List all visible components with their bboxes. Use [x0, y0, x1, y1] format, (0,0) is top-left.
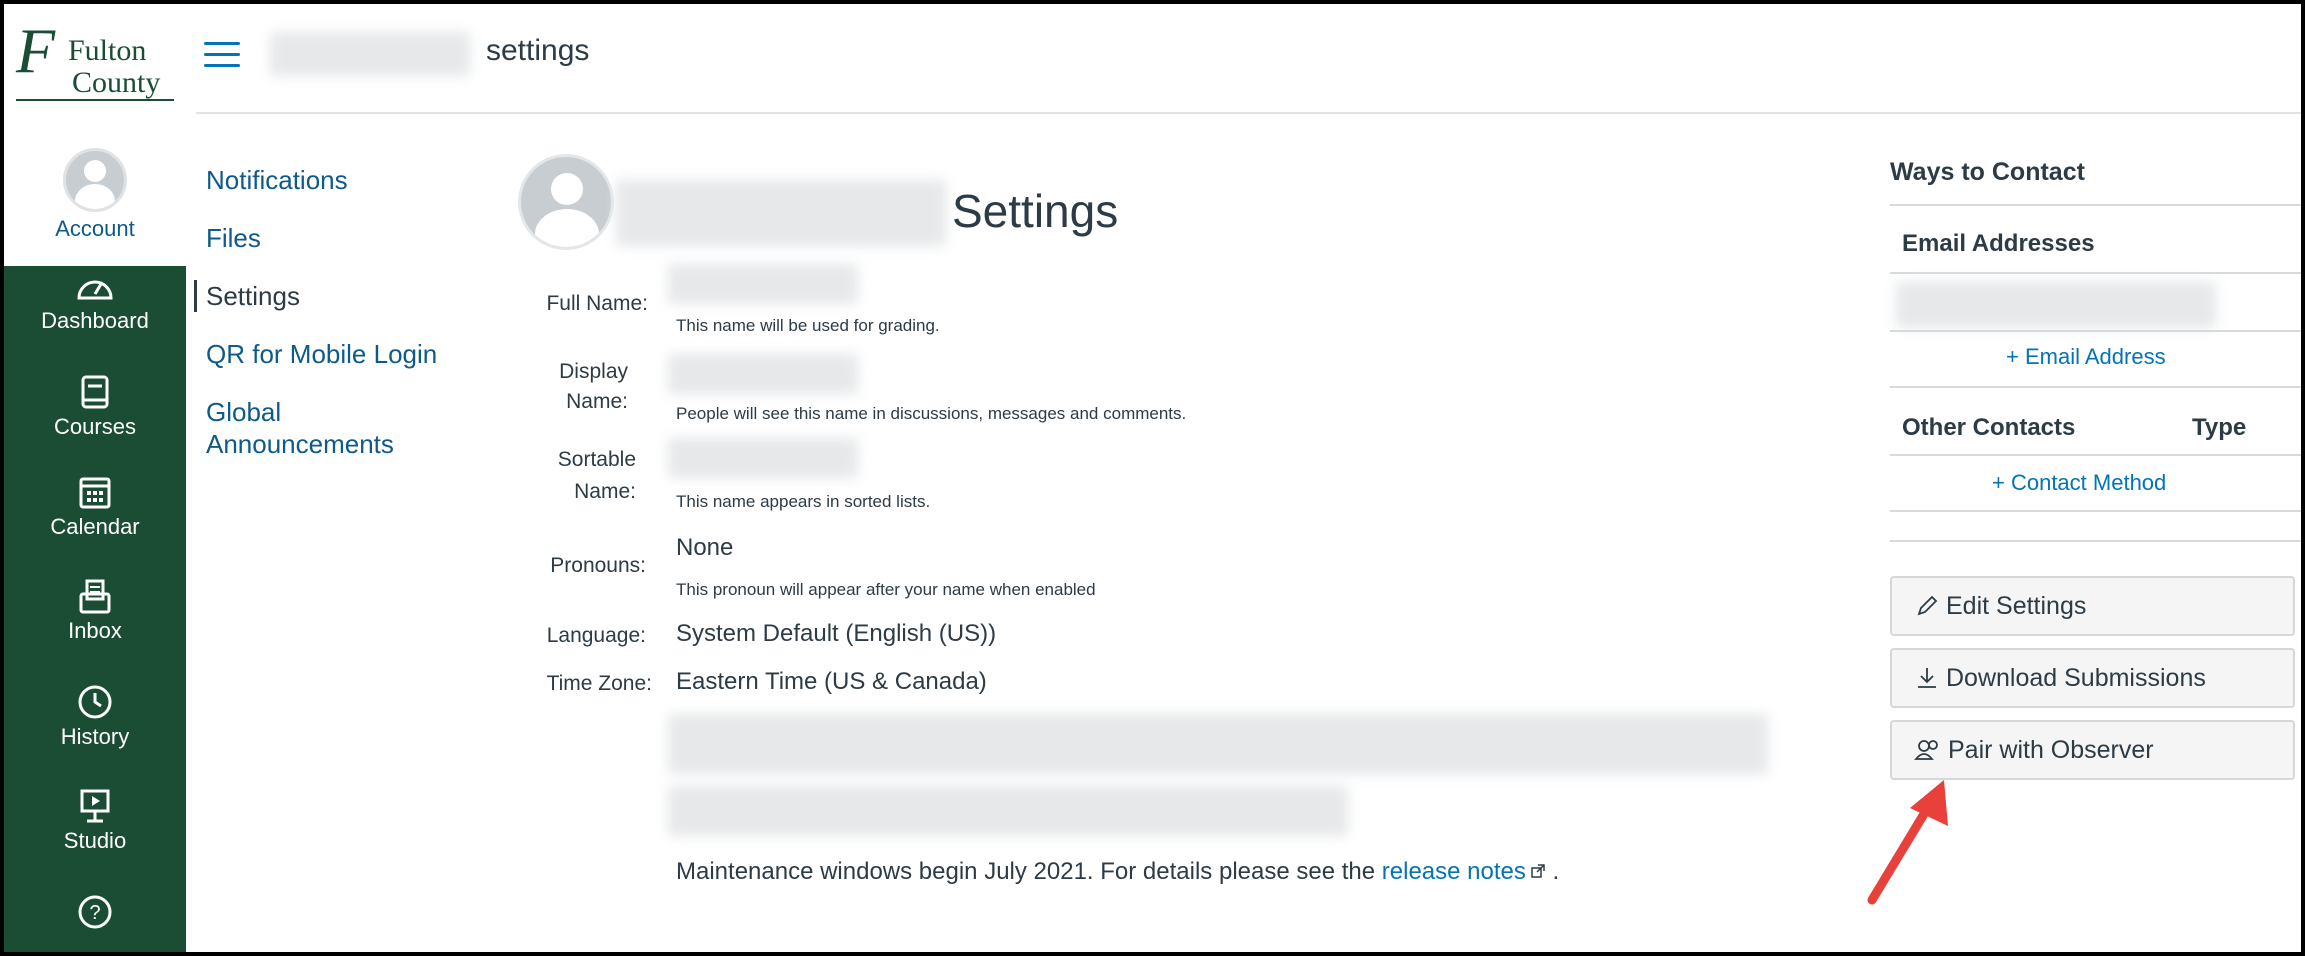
pronouns-value: None [676, 534, 734, 561]
pair-with-observer-label: Pair with Observer [1948, 735, 2154, 764]
maintenance-text: Maintenance windows begin July 2021. For… [676, 858, 1376, 885]
nav-dashboard-label: Dashboard [41, 308, 149, 333]
display-name-label-1: Display [559, 360, 628, 383]
sortable-name-label-2: Name: [574, 480, 636, 503]
display-name-help: People will see this name in discussions… [676, 404, 1187, 423]
nav-courses[interactable]: Courses [4, 374, 186, 440]
external-link-icon [1531, 864, 1545, 878]
profile-avatar[interactable] [518, 154, 614, 250]
section-nav-settings[interactable]: Settings [194, 280, 494, 312]
divider [1890, 510, 2301, 512]
header-divider [196, 112, 2301, 114]
nav-dashboard[interactable]: Dashboard [4, 272, 186, 334]
section-nav-notifications[interactable]: Notifications [194, 164, 494, 196]
nav-studio-label: Studio [63, 828, 127, 853]
display-name-label-2: Name: [566, 390, 628, 413]
inbox-icon [79, 579, 111, 614]
redacted-user-name [616, 180, 946, 246]
pronouns-help: This pronoun will appear after your name… [676, 580, 1096, 599]
language-value: System Default (English (US)) [676, 620, 997, 647]
section-nav-files[interactable]: Files [194, 222, 494, 254]
divider [1890, 272, 2301, 274]
divider [1890, 540, 2301, 542]
redacted-sortable-name [668, 438, 858, 478]
nav-studio[interactable]: Studio [4, 788, 186, 854]
section-nav-qr-login[interactable]: QR for Mobile Login [194, 338, 494, 370]
redacted-display-name [668, 354, 858, 394]
sortable-name-help: This name appears in sorted lists. [676, 492, 931, 511]
hamburger-menu-icon[interactable] [204, 42, 240, 68]
fulton-county-logo[interactable]: F Fulton County [10, 10, 180, 110]
redacted-email [1896, 282, 2216, 328]
section-nav-global-announcements[interactable]: Global Announcements [194, 396, 426, 460]
nav-calendar[interactable]: Calendar [4, 474, 186, 540]
divider [1890, 330, 2301, 332]
nav-inbox[interactable]: Inbox [4, 578, 186, 644]
download-submissions-label: Download Submissions [1946, 663, 2206, 692]
nav-history-label: History [60, 724, 130, 749]
timezone-label: Time Zone: [546, 672, 652, 695]
nav-courses-label: Courses [54, 414, 136, 439]
global-nav-dark: Dashboard Courses Calendar Inbox History… [4, 266, 186, 952]
type-heading: Type [2192, 414, 2247, 441]
app-frame: F Fulton County Account Dashboard Course… [0, 0, 2305, 956]
email-addresses-heading: Email Addresses [1902, 230, 2095, 257]
pair-with-observer-button[interactable]: Pair with Observer [1890, 720, 2295, 780]
page-title: Settings [952, 185, 1119, 237]
ways-to-contact-heading: Ways to Contact [1890, 158, 2085, 186]
clock-icon [78, 685, 112, 719]
nav-account-label: Account [55, 216, 135, 241]
studio-icon [80, 789, 110, 823]
pronouns-label: Pronouns: [550, 554, 646, 577]
release-notes-link-text: release notes [1381, 858, 1526, 885]
svg-text:?: ? [89, 902, 100, 924]
redacted-full-name [668, 264, 858, 304]
divider [1890, 204, 2301, 206]
language-label: Language: [546, 624, 646, 647]
help-icon: ? [78, 895, 112, 929]
nav-help[interactable]: ? [4, 894, 186, 930]
maintenance-notice: Maintenance windows begin July 2021. For… [676, 858, 1559, 886]
observer-icon [1914, 740, 1938, 760]
other-contacts-heading: Other Contacts [1902, 414, 2076, 441]
edit-settings-button[interactable]: Edit Settings [1890, 576, 2295, 636]
annotation-arrow-icon [1867, 780, 1948, 905]
global-nav: F Fulton County Account Dashboard Course… [4, 4, 186, 952]
divider [1890, 386, 2301, 388]
nav-account[interactable]: Account [4, 148, 186, 242]
dashboard-icon [77, 280, 113, 300]
nav-history[interactable]: History [4, 684, 186, 750]
timezone-value: Eastern Time (US & Canada) [676, 668, 987, 695]
sortable-name-label-1: Sortable [557, 448, 636, 471]
edit-settings-label: Edit Settings [1946, 591, 2087, 620]
full-name-label: Full Name: [546, 292, 648, 315]
account-avatar-icon [63, 148, 127, 212]
breadcrumb-settings[interactable]: settings [486, 34, 589, 68]
add-contact-method-link[interactable]: + Contact Method [1992, 470, 2166, 496]
download-icon [1918, 668, 1936, 688]
logo-text-2: County [72, 66, 160, 99]
calendar-icon [79, 477, 111, 509]
nav-calendar-label: Calendar [50, 514, 140, 539]
pencil-icon [1917, 595, 1938, 616]
redacted-info-2 [668, 786, 1348, 836]
maintenance-end: . [1552, 858, 1560, 885]
courses-icon [81, 375, 109, 409]
download-submissions-button[interactable]: Download Submissions [1890, 648, 2295, 708]
redacted-info-1 [668, 714, 1768, 774]
svg-text:F: F [15, 15, 56, 86]
section-nav: Notifications Files Settings QR for Mobi… [194, 164, 494, 486]
divider [1890, 454, 2301, 456]
add-email-link[interactable]: + Email Address [2006, 344, 2166, 370]
redacted-course-name [270, 32, 470, 76]
release-notes-link[interactable]: release notes [1382, 858, 1546, 885]
full-name-help: This name will be used for grading. [676, 316, 940, 335]
logo-text-1: Fulton [68, 34, 146, 67]
nav-inbox-label: Inbox [68, 618, 122, 643]
